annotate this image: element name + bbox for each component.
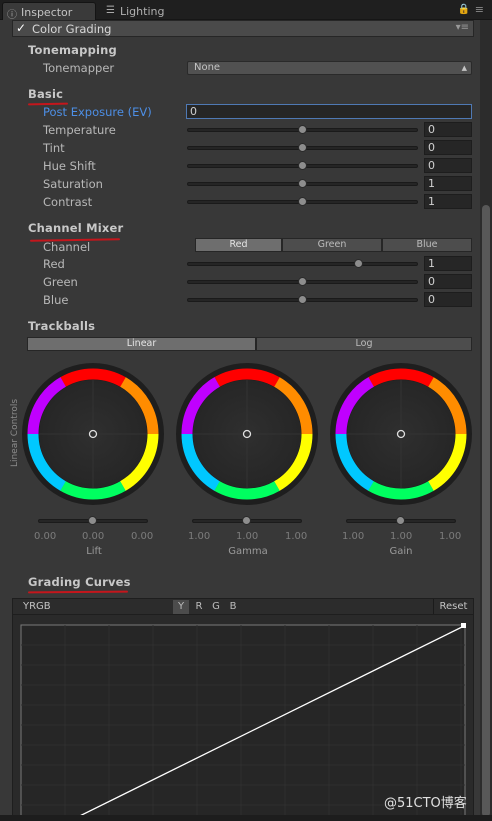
gain-value-r: 1.00	[342, 531, 365, 542]
gain-value-g: 1.00	[390, 531, 413, 542]
trackball-log-button[interactable]: Log	[256, 337, 472, 351]
mixer-blue-field[interactable]: 0	[424, 292, 472, 307]
channel-blue-button[interactable]: Blue	[382, 238, 472, 252]
lift-value-r: 0.00	[34, 531, 57, 542]
basic-header: Basic	[28, 87, 64, 101]
curve-channel-g[interactable]: G	[208, 600, 224, 614]
mixer-green-field[interactable]: 0	[424, 274, 472, 289]
lift-label: Lift	[86, 546, 102, 557]
curve-channel-r[interactable]: R	[191, 600, 207, 614]
contrast-field[interactable]: 1	[424, 194, 472, 209]
tonemapping-header: Tonemapping	[28, 43, 117, 57]
trackballs-header: Trackballs	[28, 319, 96, 333]
grading-curves-header: Grading Curves	[28, 575, 131, 589]
mixer-red-label: Red	[43, 257, 65, 271]
channel-label: Channel	[43, 240, 91, 254]
tonemapper-dropdown[interactable]: None ▲	[187, 61, 472, 75]
gamma-wheel[interactable]	[165, 355, 329, 515]
mixer-blue-label: Blue	[43, 293, 69, 307]
dropdown-arrow-icon: ▲	[461, 64, 467, 72]
tint-label: Tint	[43, 141, 65, 155]
hue-shift-field[interactable]: 0	[424, 158, 472, 173]
tab-inspector[interactable]: ⓘ Inspector	[2, 2, 96, 21]
contrast-label: Contrast	[43, 195, 93, 209]
component-menu-icon[interactable]: ▾≡	[456, 22, 469, 33]
tonemapper-value: None	[194, 62, 221, 73]
curve-channel-y[interactable]: Y	[173, 600, 189, 614]
gamma-value-g: 1.00	[236, 531, 259, 542]
lighting-icon: ☰	[106, 5, 115, 16]
channel-green-button[interactable]: Green	[282, 238, 382, 252]
mixer-green-slider-knob[interactable]	[298, 277, 307, 286]
lift-value-b: 0.00	[131, 531, 154, 542]
curve-mode-value: YRGB	[23, 601, 51, 612]
channel-red-button[interactable]: Red	[195, 238, 282, 252]
curve-control-point[interactable]	[461, 623, 466, 628]
gamma-value-b: 1.00	[285, 531, 308, 542]
lift-value-g: 0.00	[82, 531, 105, 542]
saturation-field[interactable]: 1	[424, 176, 472, 191]
component-title: Color Grading	[32, 22, 112, 36]
lift-offset-knob[interactable]	[88, 516, 97, 525]
grading-curves-annotation-underline	[27, 590, 129, 594]
gamma-label: Gamma	[228, 546, 268, 557]
hue-shift-slider-knob[interactable]	[298, 161, 307, 170]
mixer-red-field[interactable]: 1	[424, 256, 472, 271]
mixer-green-label: Green	[43, 275, 78, 289]
trackball-linear-button[interactable]: Linear	[27, 337, 256, 351]
curve-toolbar: YRGB ▲ Y R G B Reset	[12, 598, 474, 615]
gain-offset-knob[interactable]	[396, 516, 405, 525]
gamma-offset-knob[interactable]	[242, 516, 251, 525]
curve-reset-button[interactable]: Reset	[433, 599, 473, 614]
channel-mixer-header: Channel Mixer	[28, 221, 124, 235]
watermark-text: @51CTO博客	[384, 796, 467, 811]
temperature-slider-knob[interactable]	[298, 125, 307, 134]
enable-checkbox[interactable]: ✓	[16, 21, 26, 35]
hue-shift-label: Hue Shift	[43, 159, 96, 173]
saturation-slider-knob[interactable]	[298, 179, 307, 188]
trackball-wheels	[11, 355, 483, 515]
tab-bar: ⓘ Inspector ☰ Lighting 🔒 ≡	[0, 0, 492, 21]
mixer-red-slider-knob[interactable]	[354, 259, 363, 268]
curve-graph[interactable]	[13, 615, 473, 821]
saturation-label: Saturation	[43, 177, 103, 191]
tab-lighting-label: Lighting	[120, 5, 165, 18]
lock-icon[interactable]: 🔒	[458, 4, 470, 15]
gain-wheel[interactable]	[319, 355, 483, 515]
post-exposure-label: Post Exposure (EV)	[43, 105, 152, 119]
lift-wheel[interactable]	[11, 355, 175, 515]
tint-slider-knob[interactable]	[298, 143, 307, 152]
temperature-label: Temperature	[43, 123, 116, 137]
curve-editor[interactable]	[12, 615, 474, 821]
info-icon: ⓘ	[7, 10, 17, 21]
tab-menu-icon[interactable]: ≡	[475, 3, 484, 16]
contrast-slider-knob[interactable]	[298, 197, 307, 206]
gain-label: Gain	[389, 546, 413, 557]
post-exposure-field[interactable]: 0	[186, 104, 472, 119]
mixer-blue-slider-knob[interactable]	[298, 295, 307, 304]
component-header[interactable]: ✓ Color Grading ▾≡	[12, 20, 474, 37]
tint-field[interactable]: 0	[424, 140, 472, 155]
mixer-red-slider[interactable]	[187, 262, 418, 266]
gain-value-b: 1.00	[439, 531, 462, 542]
curve-channel-b[interactable]: B	[225, 600, 241, 614]
tonemapper-label: Tonemapper	[43, 61, 115, 75]
tab-lighting[interactable]: ☰ Lighting	[102, 2, 192, 20]
bottom-bar	[0, 815, 492, 821]
tab-inspector-label: Inspector	[21, 6, 73, 19]
gamma-value-r: 1.00	[188, 531, 211, 542]
curve-mode-dropdown[interactable]: YRGB ▲	[19, 600, 179, 614]
temperature-field[interactable]: 0	[424, 122, 472, 137]
